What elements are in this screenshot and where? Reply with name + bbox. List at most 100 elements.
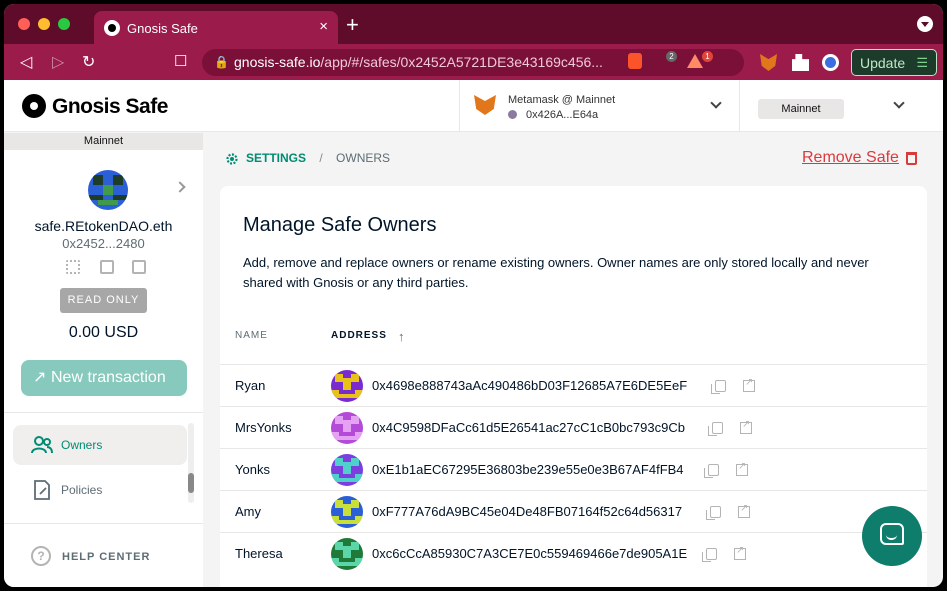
owners-card: Manage Safe Owners Add, remove and repla… [220, 186, 927, 587]
qr-code-icon[interactable] [66, 260, 80, 274]
sort-ascending-icon[interactable]: ↑ [398, 329, 405, 344]
external-link-icon[interactable] [740, 419, 752, 434]
sidebar-item-owners[interactable]: Owners [13, 425, 187, 465]
address-bar[interactable]: 🔒 gnosis-safe.io/app/#/safes/0x2452A5721… [202, 49, 744, 76]
owner-avatar [331, 454, 363, 486]
wallet-chevron-down-icon[interactable] [710, 97, 722, 109]
owner-address: 0xE1b1aEC67295E36803be239e55e0e3B67AF4fF… [372, 462, 684, 477]
metamask-extension-icon[interactable] [760, 54, 777, 71]
external-link-icon[interactable] [736, 461, 748, 476]
owner-avatar [331, 370, 363, 402]
breadcrumb-settings[interactable]: SETTINGS [246, 151, 306, 165]
back-icon[interactable]: ◁ [20, 52, 32, 72]
new-tab-button[interactable]: + [346, 12, 359, 38]
breadcrumb-owners: OWNERS [336, 151, 391, 165]
sidebar-network-label: Mainnet [4, 133, 203, 150]
owner-name: Yonks [235, 462, 270, 477]
copy-icon[interactable] [708, 422, 723, 436]
wallet-selector[interactable]: Metamask @ Mainnet 0x426A...E64a [459, 80, 740, 132]
owner-address: 0x4C9598DFaCc61d5E26541ac27cC1cB0bc793c9… [372, 420, 685, 435]
sidebar-divider [4, 523, 203, 524]
help-icon: ? [31, 546, 51, 566]
brave-shields-icon[interactable] [628, 53, 642, 69]
reload-icon[interactable]: ↻ [82, 52, 95, 72]
wallet-name: Metamask @ Mainnet [508, 94, 616, 106]
read-only-badge: READ ONLY [60, 288, 147, 313]
url-text: gnosis-safe.io/app/#/safes/0x2452A5721DE… [234, 54, 603, 70]
settings-gear-icon [226, 153, 238, 165]
copy-icon[interactable] [702, 548, 717, 562]
gnosis-logo-icon [22, 94, 46, 118]
extensions-puzzle-icon[interactable] [792, 54, 809, 71]
remove-safe-link[interactable]: Remove Safe [802, 149, 899, 167]
zoom-window-button[interactable] [58, 18, 70, 30]
owner-name: Amy [235, 504, 261, 519]
safe-avatar [88, 170, 128, 210]
trash-icon[interactable] [906, 152, 917, 165]
forward-icon[interactable]: ▷ [52, 52, 64, 72]
app-logo-text: Gnosis Safe [52, 95, 168, 118]
gnosis-favicon-icon [104, 20, 120, 36]
owner-name: Ryan [235, 378, 266, 393]
breadcrumb: SETTINGS / OWNERS [246, 151, 390, 165]
arrow-up-right-icon: ↗ [33, 369, 47, 386]
external-link-icon[interactable] [734, 545, 746, 560]
owner-avatar [331, 538, 363, 570]
chat-icon [880, 523, 904, 545]
owner-avatar [331, 412, 363, 444]
safe-ens-name: safe.REtokenDAO.eth [34, 218, 173, 234]
app-header: Gnosis Safe Metamask @ Mainnet 0x426A...… [4, 80, 943, 132]
table-row[interactable]: MrsYonks 0x4C9598DFaCc61d5E26541ac27cC1cB… [220, 406, 927, 448]
wallet-address: 0x426A...E64a [526, 109, 599, 121]
intercom-chat-button[interactable] [862, 506, 922, 566]
safe-balance: 0.00 USD [68, 324, 139, 341]
update-button[interactable]: Update ☰ [851, 49, 937, 76]
wallet-identicon [508, 110, 517, 119]
card-title: Manage Safe Owners [243, 214, 437, 236]
lock-icon: 🔒 [214, 55, 229, 69]
sidebar-divider [4, 412, 203, 413]
tab-bar: Gnosis Safe × + [4, 4, 943, 44]
tab-close-button[interactable]: × [319, 18, 328, 35]
brave-rewards-icon[interactable] [687, 54, 703, 68]
owner-avatar [331, 496, 363, 528]
breadcrumb-separator: / [319, 151, 323, 165]
sidebar-item-policies[interactable]: Policies [13, 470, 187, 510]
rewards-badge: 1 [702, 51, 713, 62]
table-row[interactable]: Yonks 0xE1b1aEC67295E36803be239e55e0e3B67… [220, 448, 927, 490]
owner-address: 0xF777A76dA9BC45e04De48FB07164f52c64d563… [372, 504, 683, 519]
metamask-fox-icon [474, 95, 496, 115]
bookmark-icon[interactable]: ☐ [174, 52, 187, 70]
copy-icon[interactable] [704, 464, 719, 478]
network-pill: Mainnet [758, 99, 844, 119]
external-link-icon[interactable] [738, 503, 750, 518]
table-row[interactable]: Ryan 0x4698e888743aAc490486bD03F12685A7E6… [220, 364, 927, 406]
column-header-name[interactable]: NAME [235, 330, 268, 341]
safe-address: 0x2452...2480 [62, 236, 145, 251]
copy-icon[interactable] [711, 380, 726, 394]
help-center-link[interactable]: HELP CENTER [62, 551, 150, 563]
column-header-address[interactable]: ADDRESS [331, 330, 387, 341]
open-explorer-icon[interactable] [132, 260, 146, 274]
sidebar-scrollbar-thumb[interactable] [188, 473, 194, 493]
shields-badge: 2 [666, 51, 677, 62]
new-transaction-button[interactable]: ↗ New transaction [21, 360, 187, 396]
minimize-window-button[interactable] [38, 18, 50, 30]
owner-name: Theresa [235, 546, 283, 561]
network-chevron-down-icon[interactable] [893, 97, 905, 109]
table-row[interactable]: Amy 0xF777A76dA9BC45e04De48FB07164f52c64d… [220, 490, 927, 532]
tab-menu-icon[interactable] [917, 16, 933, 32]
external-link-icon[interactable] [743, 377, 755, 392]
browser-tab[interactable]: Gnosis Safe × [94, 11, 338, 44]
owners-icon [31, 436, 53, 454]
close-window-button[interactable] [18, 18, 30, 30]
policies-icon [34, 480, 50, 500]
copy-icon[interactable] [706, 506, 721, 520]
card-description: Add, remove and replace owners or rename… [243, 255, 869, 290]
safe-chevron-right-icon[interactable] [174, 181, 186, 193]
profile-icon[interactable] [822, 54, 839, 71]
browser-toolbar: ◁ ▷ ↻ ☐ 🔒 gnosis-safe.io/app/#/safes/0x2… [4, 44, 943, 80]
copy-address-icon[interactable] [100, 260, 114, 274]
sidebar: Mainnet safe.REtokenDAO.eth 0x2452...248… [4, 133, 203, 587]
table-row[interactable]: Theresa 0xc6cCcA85930C7A3CE7E0c559469466e… [220, 532, 927, 574]
